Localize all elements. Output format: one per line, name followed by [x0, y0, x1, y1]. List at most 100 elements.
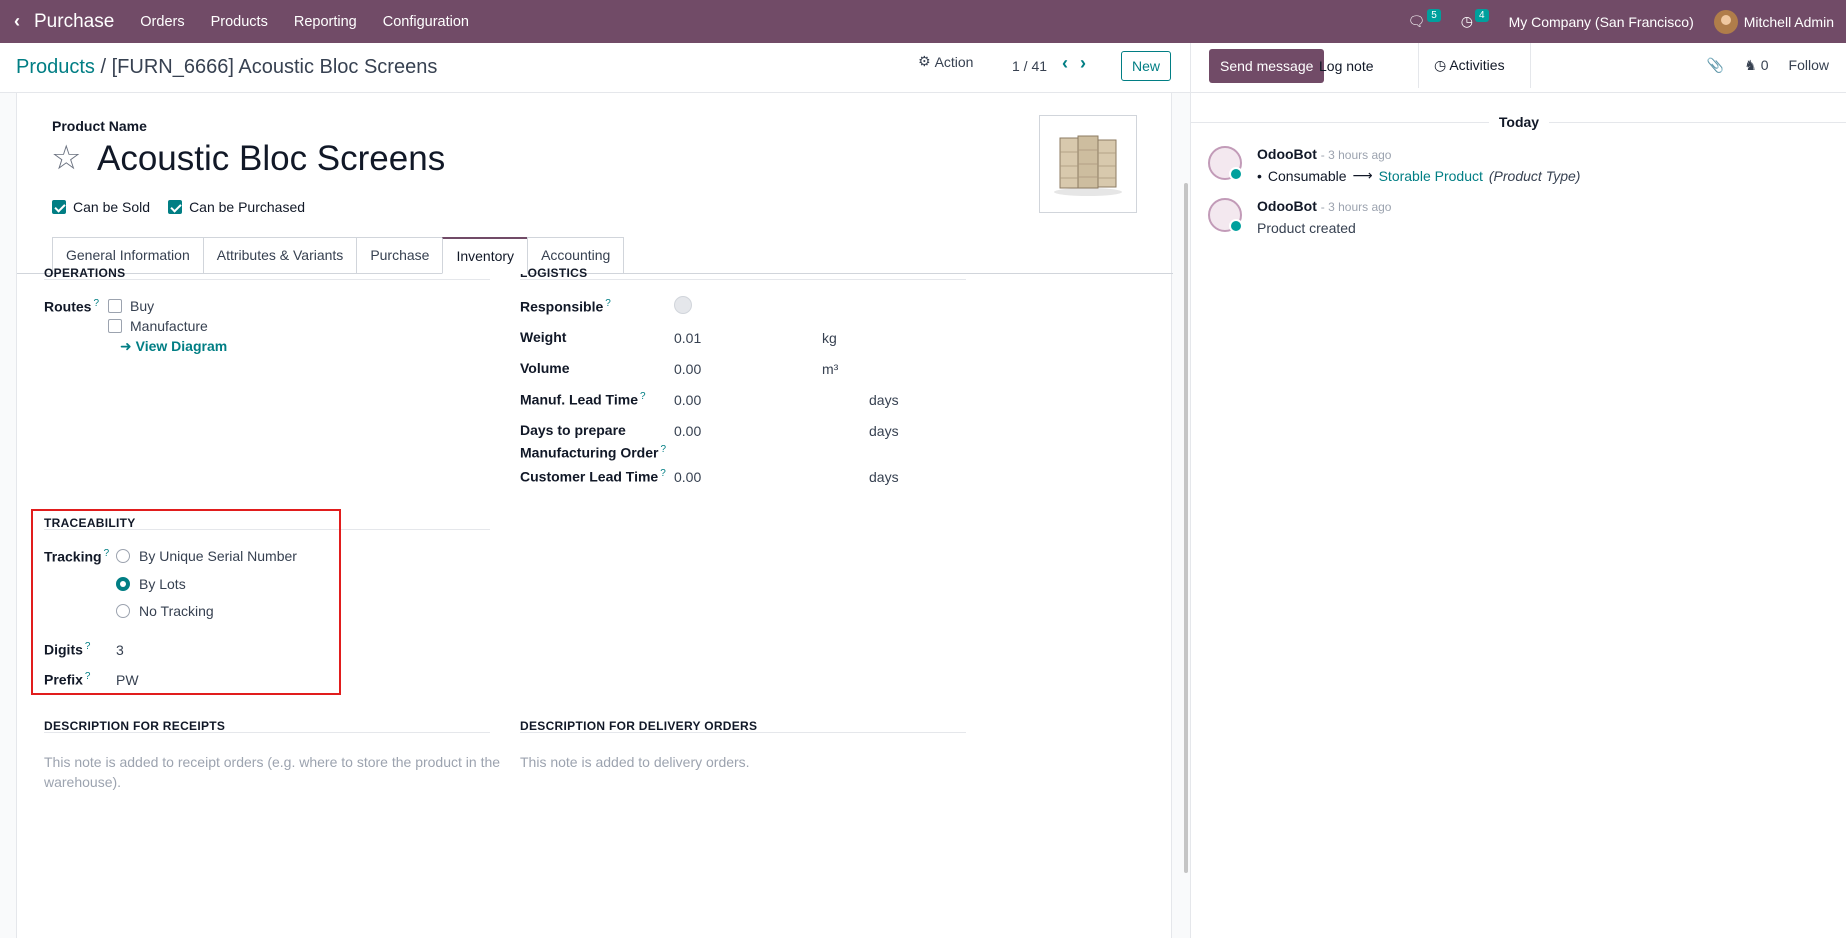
route-manufacture-checkbox[interactable]: Manufacture	[108, 318, 208, 334]
can-be-purchased-checkbox[interactable]: Can be Purchased	[168, 199, 305, 215]
activities-badge: 4	[1475, 9, 1489, 22]
checkbox-icon	[108, 299, 122, 313]
message-body: Product created	[1257, 220, 1356, 236]
weight-unit: kg	[822, 330, 837, 346]
digits-input[interactable]: 3	[116, 642, 124, 658]
back-icon[interactable]: ‹	[0, 11, 34, 32]
days-to-prepare-label-line2: Manufacturing Order	[520, 444, 659, 461]
chatter-panel: Send message Log note ◷ Activities 📎 ♞ 0…	[1190, 43, 1846, 938]
tab-inventory[interactable]: Inventory	[442, 237, 528, 274]
receipts-description-input[interactable]: This note is added to receipt orders (e.…	[44, 752, 500, 792]
today-label: Today	[1488, 114, 1550, 130]
product-image[interactable]	[1039, 115, 1137, 213]
delivery-divider	[520, 732, 966, 733]
help-icon[interactable]: ?	[605, 298, 611, 309]
menu-configuration[interactable]: Configuration	[383, 14, 469, 30]
messages-button[interactable]: 🗨 5	[1407, 9, 1441, 30]
tracking-label: Tracking?	[44, 548, 109, 565]
followers-button[interactable]: ♞ 0	[1744, 57, 1768, 74]
author-name: OdooBot	[1257, 146, 1317, 162]
message-author[interactable]: OdooBot - 3 hours ago	[1257, 146, 1391, 162]
pager-value[interactable]: 1 / 41	[1012, 58, 1047, 74]
checkbox-icon	[108, 319, 122, 333]
manuf-lead-time-input[interactable]: 0.00	[674, 392, 701, 408]
view-diagram-link[interactable]: ➜ View Diagram	[120, 338, 227, 355]
form-area: Product Name ☆ Acoustic Bloc Screens Can…	[0, 93, 1190, 938]
prefix-input[interactable]: PW	[116, 672, 139, 688]
message-time: - 3 hours ago	[1320, 200, 1392, 214]
receipts-placeholder-line2: warehouse).	[44, 774, 122, 790]
customer-lead-time-label-text: Customer Lead Time	[520, 468, 659, 485]
help-icon[interactable]: ?	[85, 641, 91, 652]
avatar	[1713, 9, 1738, 34]
old-value: Consumable	[1267, 167, 1347, 184]
radio-selected-icon	[116, 577, 130, 591]
help-icon[interactable]: ?	[93, 298, 99, 309]
breadcrumb-products-link[interactable]: Products	[16, 56, 95, 78]
tab-attributes-variants[interactable]: Attributes & Variants	[202, 237, 357, 274]
responsible-avatar-field[interactable]	[674, 296, 692, 314]
volume-label: Volume	[520, 360, 570, 376]
help-icon[interactable]: ?	[640, 391, 646, 402]
route-buy-checkbox[interactable]: Buy	[108, 298, 154, 314]
breadcrumb: Products / [FURN_6666] Acoustic Bloc Scr…	[16, 56, 437, 79]
tab-purchase[interactable]: Purchase	[356, 237, 443, 274]
send-message-button[interactable]: Send message	[1209, 49, 1325, 83]
user-menu[interactable]: Mitchell Admin	[1713, 9, 1834, 34]
traceability-divider	[44, 529, 490, 530]
receipts-divider	[44, 732, 490, 733]
message-author[interactable]: OdooBot - 3 hours ago	[1257, 198, 1391, 214]
chevron-right-icon[interactable]: ›	[1080, 53, 1086, 74]
can-be-purchased-label: Can be Purchased	[189, 199, 306, 215]
arrow-right-icon: ➜	[120, 338, 136, 354]
date-separator: Today	[1191, 114, 1846, 130]
follow-button[interactable]: Follow	[1789, 57, 1829, 74]
volume-input[interactable]: 0.00	[674, 361, 701, 377]
company-switcher[interactable]: My Company (San Francisco)	[1509, 14, 1694, 30]
new-value: Storable Product	[1378, 167, 1483, 184]
log-note-button[interactable]: Log note	[1319, 58, 1374, 74]
help-icon[interactable]: ?	[660, 444, 666, 455]
product-name-label: Product Name	[52, 118, 147, 134]
customer-lead-time-input[interactable]: 0.00	[674, 469, 701, 485]
customer-lead-time-unit: days	[869, 469, 899, 485]
help-icon[interactable]: ?	[85, 671, 91, 682]
weight-input[interactable]: 0.01	[674, 330, 701, 346]
form-scrollbar[interactable]	[1184, 183, 1188, 873]
prefix-label: Prefix?	[44, 671, 90, 688]
message-time: - 3 hours ago	[1320, 148, 1392, 162]
tracking-none-radio[interactable]: No Tracking	[116, 603, 214, 619]
chevron-left-icon[interactable]: ‹	[1062, 53, 1068, 74]
help-icon[interactable]: ?	[660, 468, 666, 479]
tracking-lots-radio[interactable]: By Lots	[116, 576, 186, 592]
tracking-serial-radio[interactable]: By Unique Serial Number	[116, 548, 297, 564]
help-icon[interactable]: ?	[104, 548, 110, 559]
user-name: Mitchell Admin	[1743, 13, 1834, 30]
activities-button[interactable]: ◷ Activities	[1434, 57, 1505, 74]
gear-icon: ⚙	[918, 53, 931, 69]
new-button[interactable]: New	[1121, 51, 1172, 81]
activities-button[interactable]: ◷ 4	[1461, 9, 1489, 30]
star-icon[interactable]: ☆	[51, 138, 81, 178]
odoobot-avatar[interactable]	[1208, 146, 1243, 181]
breadcrumb-current: [FURN_6666] Acoustic Bloc Screens	[111, 56, 438, 78]
days-to-prepare-input[interactable]: 0.00	[674, 423, 701, 439]
menu-products[interactable]: Products	[211, 14, 268, 30]
app-name[interactable]: Purchase	[34, 11, 114, 33]
product-name-input[interactable]: Acoustic Bloc Screens	[97, 139, 445, 179]
menu-reporting[interactable]: Reporting	[294, 14, 357, 30]
chatter-separator	[1418, 43, 1419, 88]
delivery-description-input[interactable]: This note is added to delivery orders.	[520, 752, 750, 772]
can-be-sold-checkbox[interactable]: Can be Sold	[52, 199, 150, 215]
action-button[interactable]: ⚙ Action	[918, 53, 973, 70]
odoobot-avatar[interactable]	[1208, 198, 1243, 233]
responsible-label-text: Responsible	[520, 298, 604, 315]
messages-badge: 5	[1427, 9, 1441, 22]
menu-orders[interactable]: Orders	[140, 14, 184, 30]
paperclip-icon[interactable]: 📎	[1707, 57, 1724, 74]
receipts-description-title: DESCRIPTION FOR RECEIPTS	[44, 719, 226, 733]
receipts-placeholder-line1: This note is added to receipt orders (e.…	[44, 754, 501, 770]
changed-field: (Product Type)	[1488, 167, 1581, 184]
author-name: OdooBot	[1257, 198, 1317, 214]
manuf-lead-time-label: Manuf. Lead Time?	[520, 391, 646, 408]
